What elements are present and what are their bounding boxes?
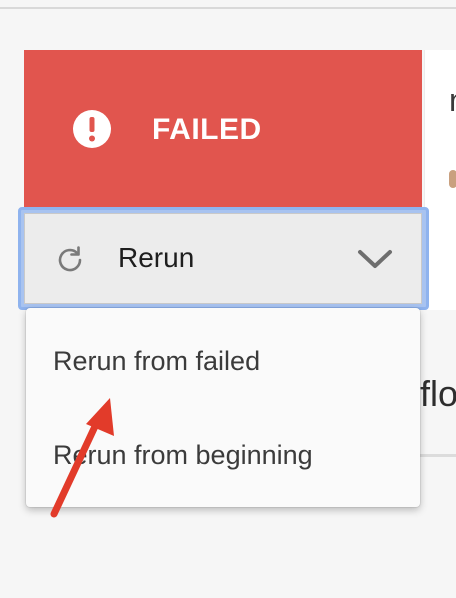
background-avatar-fragment (449, 170, 456, 188)
chevron-down-icon[interactable] (356, 246, 394, 272)
background-card-title-fragment: n (449, 84, 456, 116)
alert-circle-icon (73, 110, 111, 148)
page: n flo FAILED Rerun Rerun from failed Rer… (0, 0, 456, 598)
refresh-icon (58, 246, 82, 272)
background-underline (420, 454, 456, 457)
background-heading-fragment: flo (420, 373, 456, 414)
annotation-arrow-icon (50, 398, 114, 518)
rerun-label: Rerun (118, 242, 195, 273)
status-label: FAILED (152, 113, 262, 146)
top-divider (0, 7, 456, 9)
menu-item-rerun-from-failed[interactable]: Rerun from failed (26, 331, 420, 391)
